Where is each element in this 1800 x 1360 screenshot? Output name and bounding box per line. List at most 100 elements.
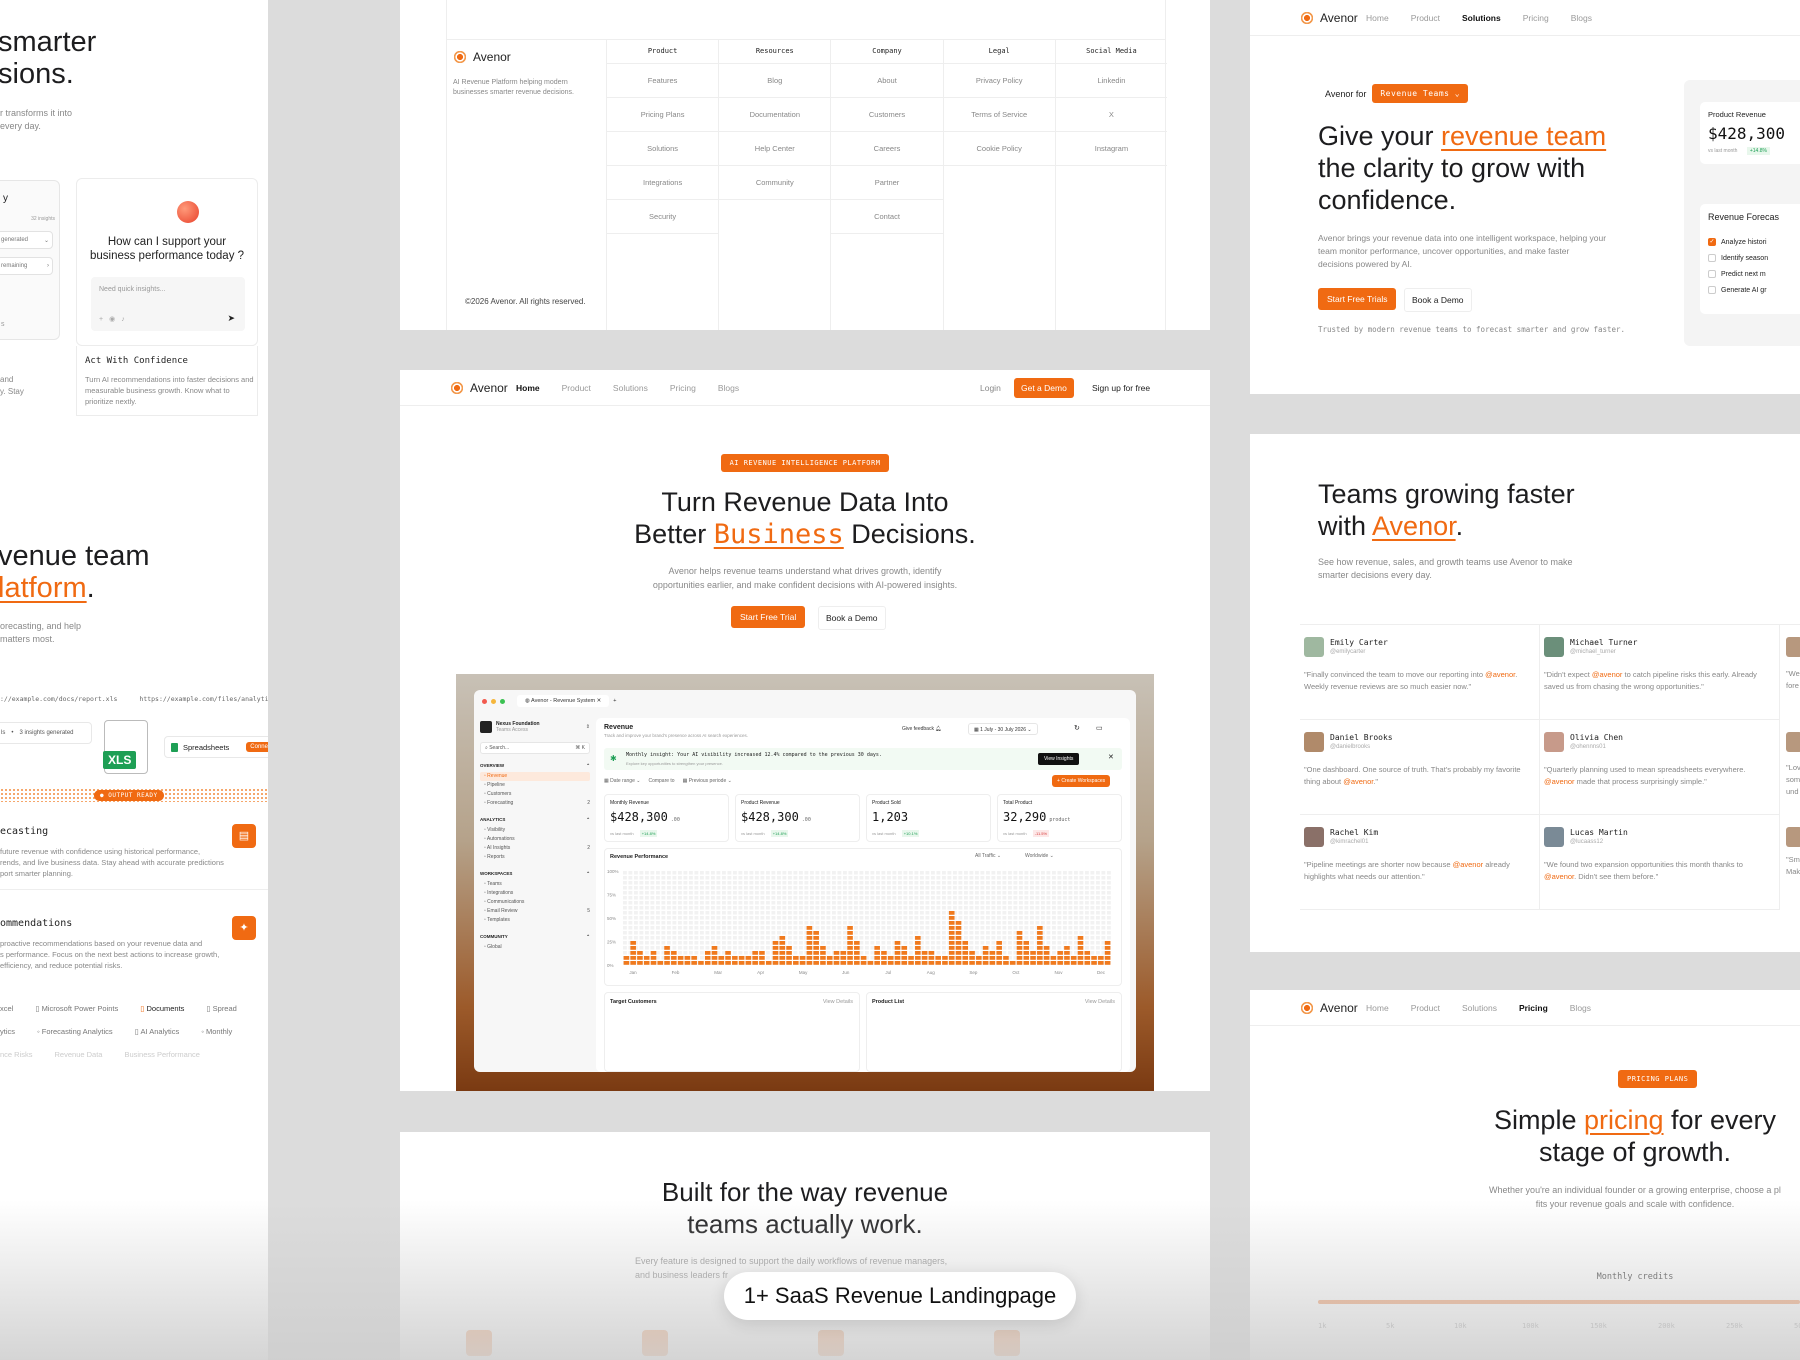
feedback-button[interactable]: Give feedback 🔔︎ — [902, 726, 942, 732]
nav-pricing[interactable]: Pricing — [1523, 13, 1549, 23]
solutions-subtitle: Avenor brings your revenue data into one… — [1318, 233, 1607, 269]
compare-filter[interactable]: ▦ Previous periode ⌄ — [683, 778, 732, 784]
footer-link[interactable]: Features — [607, 64, 719, 98]
footer-link[interactable]: Pricing Plans — [607, 98, 719, 132]
nav-pricing[interactable]: Pricing — [670, 383, 696, 393]
mic-icon[interactable]: ♪ — [121, 316, 131, 323]
start-trial-button[interactable]: Start Free Trial — [731, 606, 806, 628]
footer-link[interactable]: Linkedin — [1055, 64, 1168, 98]
footer-column: Resources Blog Documentation Help Center Com… — [719, 40, 832, 330]
plus-icon[interactable]: + — [99, 316, 109, 323]
sidebar-section-heading[interactable]: COMMUNITY ⌃ — [480, 934, 590, 940]
nav-solutions[interactable]: Solutions — [613, 383, 648, 393]
footer-link[interactable]: Contact — [831, 200, 943, 234]
close-dot[interactable] — [482, 698, 487, 704]
maximize-dot[interactable] — [500, 698, 505, 704]
footer-link[interactable]: Privacy Policy — [943, 64, 1055, 98]
nav-product[interactable]: Product — [1411, 13, 1440, 23]
footer-link[interactable]: Documentation — [719, 98, 831, 132]
nav-product[interactable]: Product — [1411, 1003, 1440, 1013]
sidebar-item[interactable]: ▫ Reports — [480, 853, 590, 862]
globe-icon[interactable]: ◉ — [109, 316, 121, 323]
sidebar-section-heading[interactable]: OVERVIEW ⌃ — [480, 763, 590, 769]
footer-link[interactable]: Partner — [831, 166, 943, 200]
forecast-checkbox-item[interactable]: Generate AI gr — [1708, 282, 1800, 298]
create-workspaces-button[interactable]: + Create Workspaces — [1052, 775, 1111, 787]
footer-link[interactable]: Solutions — [607, 132, 719, 166]
start-trials-button[interactable]: Start Free Trials — [1318, 288, 1397, 310]
sidebar-item[interactable]: ▫ Email Review 5 — [480, 907, 590, 916]
sidebar-item[interactable]: ▫ Teams — [480, 880, 590, 889]
pricing-subtitle: Whether you're an individual founder or … — [1489, 1185, 1781, 1209]
get-demo-button[interactable]: Get a Demo — [1014, 378, 1074, 398]
footer-link[interactable]: About — [831, 64, 943, 98]
footer-link[interactable]: Integrations — [607, 166, 719, 200]
remaining-row[interactable]: remaining › — [0, 257, 53, 275]
footer-link[interactable]: Cookie Policy — [943, 132, 1055, 166]
sidebar-item[interactable]: ▫ Integrations — [480, 889, 590, 898]
forecast-checkbox-item[interactable]: Predict next m — [1708, 266, 1800, 282]
nav-blogs[interactable]: Blogs — [718, 383, 739, 393]
signup-link[interactable]: Sign up for free — [1092, 383, 1150, 393]
scale-label: 250k — [1726, 1322, 1743, 1330]
nav-pricing[interactable]: Pricing — [1519, 1003, 1548, 1013]
sidebar-item[interactable]: ▫ Global — [480, 943, 590, 952]
footer-link[interactable]: Instagram — [1055, 132, 1168, 166]
nav-product[interactable]: Product — [562, 383, 591, 393]
forecast-checkbox-item[interactable]: ✓ Analyze histori — [1708, 234, 1800, 250]
sidebar-item[interactable]: ▫ Automations — [480, 835, 590, 844]
minimize-dot[interactable] — [491, 698, 496, 704]
sidebar-item[interactable]: ▫ Visibility — [480, 826, 590, 835]
date-range-filter[interactable]: ▦ Date range ⌄ — [604, 778, 640, 784]
nav-solutions[interactable]: Solutions — [1462, 1003, 1497, 1013]
sidebar-section-heading[interactable]: WORKSPACES ⌃ — [480, 871, 590, 877]
date-picker[interactable]: ▦ 1 July - 30 July 2026 ⌄ — [968, 723, 1038, 735]
nav-solutions[interactable]: Solutions — [1462, 13, 1501, 23]
all-traffic-select[interactable]: All Traffic ⌄ — [975, 853, 1001, 859]
nav-home[interactable]: Home — [1366, 13, 1389, 23]
book-demo-button[interactable]: Book a Demo — [1404, 288, 1472, 312]
footer-link[interactable]: Careers — [831, 132, 943, 166]
sidebar-item[interactable]: ▫ Templates — [480, 916, 590, 925]
footer-link[interactable]: Customers — [831, 98, 943, 132]
team-selector[interactable]: Revenue Teams ⌄ — [1372, 84, 1469, 103]
worldwide-select[interactable]: Worldwide ⌄ — [1025, 853, 1054, 859]
footer-link[interactable]: Help Center — [719, 132, 831, 166]
sidebar-search[interactable]: ⌕ Search... ⌘ K — [480, 742, 590, 754]
footer-link[interactable]: Terms of Service — [943, 98, 1055, 132]
footer-link[interactable]: Security — [607, 200, 719, 234]
footer-link[interactable]: Blog — [719, 64, 831, 98]
close-icon[interactable]: ✕ — [1108, 753, 1114, 761]
nav-blogs[interactable]: Blogs — [1570, 1003, 1591, 1013]
footer-link[interactable]: Community — [719, 166, 831, 200]
footer-link[interactable]: X — [1055, 98, 1168, 132]
login-link[interactable]: Login — [980, 383, 1001, 393]
sidebar-item[interactable]: ▫ Forecasting 2 — [480, 799, 590, 808]
sidebar-item[interactable]: ▫ Customers — [480, 790, 590, 799]
org-switcher[interactable]: Nexus Foundation Teams Access ⇕ — [480, 718, 590, 736]
chat-icon[interactable]: ▭ — [1096, 724, 1103, 732]
browser-tab[interactable]: ◍ Avenor - Revenue System ✕ — [517, 695, 610, 707]
nav-blogs[interactable]: Blogs — [1571, 13, 1592, 23]
chart-bar — [820, 946, 826, 965]
view-insights-button[interactable]: View Insights — [1038, 753, 1080, 765]
sidebar-item[interactable]: ▫ AI Insights 2 — [480, 844, 590, 853]
book-demo-button[interactable]: Book a Demo — [818, 606, 886, 630]
credits-slider[interactable] — [1318, 1300, 1800, 1304]
dashboard-preview: ◍ Avenor - Revenue System ✕ + Nexus Foun… — [456, 674, 1154, 1091]
send-icon[interactable]: ➤ — [227, 313, 235, 324]
sidebar-item[interactable]: ▫ Pipeline — [480, 781, 590, 790]
nav-home[interactable]: Home — [516, 383, 540, 393]
ask-input[interactable]: Need quick insights... +◉♪ ➤ — [91, 277, 245, 331]
view-details-link[interactable]: View Details — [823, 999, 853, 1005]
sidebar-item[interactable]: ▫ Communications — [480, 898, 590, 907]
testimonial-item: Michael Turner @michael_turner "Didn't exp… — [1540, 625, 1780, 720]
refresh-icon[interactable]: ↻ — [1074, 724, 1080, 732]
sidebar-item[interactable]: ▫ Revenue — [480, 772, 590, 781]
forecast-checkbox-item[interactable]: Identify season — [1708, 250, 1800, 266]
view-details-link[interactable]: View Details — [1085, 999, 1115, 1005]
nav-home[interactable]: Home — [1366, 1003, 1389, 1013]
sidebar-section-heading[interactable]: ANALYTICS ⌃ — [480, 817, 590, 823]
new-tab-icon[interactable]: + — [613, 698, 616, 704]
generated-dropdown[interactable]: generated ⌄ — [0, 231, 53, 249]
